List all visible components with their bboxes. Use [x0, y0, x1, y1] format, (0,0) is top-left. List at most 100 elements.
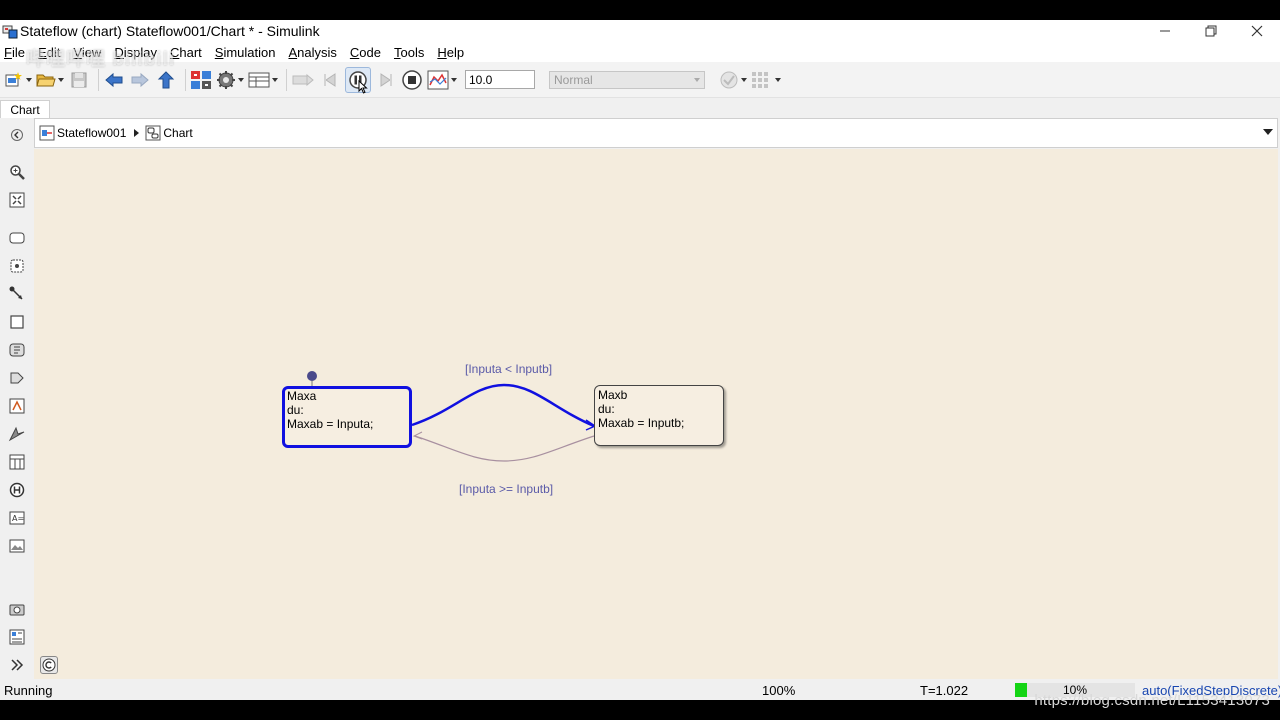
step-back-button[interactable]	[319, 67, 341, 93]
zoom-button[interactable]	[8, 163, 26, 181]
letterbox-top	[0, 0, 1280, 20]
step-back-icon	[324, 72, 336, 87]
simulink-state-tool-button[interactable]	[8, 425, 26, 443]
menu-analysis[interactable]: Analysis	[288, 45, 341, 60]
default-transition-tool-button[interactable]	[8, 285, 26, 303]
transition-label-maxa-to-maxb[interactable]: [Inputa < Inputb]	[465, 362, 552, 376]
simulink-function-tool-button[interactable]	[8, 341, 26, 359]
open-icon	[36, 74, 56, 86]
state-maxa-action-type: du:	[287, 403, 304, 417]
matlab-function-icon	[9, 398, 25, 414]
minimize-button[interactable]	[1142, 20, 1188, 42]
chart-canvas[interactable]: [Inputa < Inputb] [Inputa >= Inputb] Max…	[34, 149, 1278, 679]
scope-icon	[427, 70, 449, 89]
transition-label-maxb-to-maxa[interactable]: [Inputa >= Inputb]	[459, 482, 553, 496]
graphical-function-tool-button[interactable]	[8, 369, 26, 387]
breadcrumb-model-label: Stateflow001	[57, 126, 127, 140]
stateflow-chart-icon	[145, 125, 161, 141]
state-maxa[interactable]: Maxa du: Maxab = Inputa;	[282, 386, 412, 448]
explorer-bar-icon	[11, 129, 23, 141]
state-maxb-action-type: du:	[598, 402, 615, 416]
truth-table-tool-button[interactable]	[8, 453, 26, 471]
menu-bar: File Edit View Display Chart Simulation …	[0, 42, 1280, 62]
property-inspector-button[interactable]	[8, 628, 26, 646]
breadcrumb-dropdown-icon[interactable]	[1263, 129, 1273, 135]
svg-text:A=: A=	[12, 514, 24, 523]
scope-button[interactable]	[427, 67, 457, 93]
log-signals-icon	[292, 73, 314, 86]
history-junction-icon	[9, 482, 25, 498]
toolbar: Normal	[0, 62, 1280, 98]
zoom-level[interactable]: 100%	[762, 683, 795, 698]
tab-strip: Chart	[0, 98, 1280, 118]
simulink-based-state-icon	[8, 426, 25, 442]
close-button[interactable]	[1234, 20, 1280, 42]
breadcrumb-model[interactable]: Stateflow001	[39, 125, 126, 141]
image-tool-button[interactable]	[8, 537, 26, 555]
fit-to-view-icon	[9, 192, 25, 208]
model-browser-button[interactable]	[8, 600, 26, 618]
breadcrumb: Stateflow001 Chart	[34, 118, 1278, 148]
matlab-function-tool-button[interactable]	[8, 397, 26, 415]
expand-palette-button[interactable]	[8, 656, 26, 674]
image-icon	[9, 539, 25, 553]
history-junction-tool-button[interactable]	[8, 257, 26, 275]
model-config-button[interactable]	[216, 67, 244, 93]
square-icon	[10, 315, 24, 329]
breadcrumb-chart[interactable]: Chart	[145, 125, 193, 141]
state-maxa-action: Maxab = Inputa;	[287, 417, 374, 431]
transition-maxb-to-maxa[interactable]	[414, 435, 595, 462]
step-forward-button[interactable]	[375, 67, 397, 93]
state-icon	[9, 232, 25, 244]
csdn-watermark: https://blog.csdn.net/L1153413073	[1034, 692, 1270, 709]
library-browser-button[interactable]	[190, 67, 212, 93]
copyright-icon	[42, 658, 56, 672]
double-chevron-right-icon	[11, 659, 24, 671]
model-advisor-button[interactable]	[719, 67, 747, 93]
fit-to-view-button[interactable]	[8, 191, 26, 209]
stop-button[interactable]	[401, 67, 423, 93]
menu-help[interactable]: Help	[437, 45, 469, 60]
menu-chart[interactable]: Chart	[170, 45, 207, 60]
copyright-toggle-button[interactable]	[40, 656, 58, 674]
library-browser-icon	[191, 70, 211, 89]
menu-tools[interactable]: Tools	[394, 45, 429, 60]
inspector-icon	[9, 629, 25, 645]
default-transition-dot[interactable]	[307, 371, 317, 381]
state-maxb[interactable]: Maxb du: Maxab = Inputb;	[594, 385, 724, 446]
stop-time-input[interactable]	[465, 70, 535, 89]
history-junction-button[interactable]	[8, 481, 26, 499]
menu-simulation[interactable]: Simulation	[215, 45, 281, 60]
model-explorer-icon	[248, 72, 270, 87]
window-title: Stateflow (chart) Stateflow001/Chart * -…	[20, 23, 320, 39]
state-maxb-action: Maxab = Inputb;	[598, 416, 685, 430]
truth-table-icon	[9, 454, 25, 470]
record-button[interactable]	[291, 67, 315, 93]
hide-show-explorer-button[interactable]	[8, 126, 26, 144]
function-icon	[9, 343, 25, 357]
build-button[interactable]	[751, 67, 781, 93]
stateflow-app-icon	[2, 23, 18, 39]
tab-chart[interactable]: Chart	[0, 100, 50, 118]
box-tool-button[interactable]	[8, 313, 26, 331]
state-maxb-name: Maxb	[598, 388, 628, 402]
step-forward-icon	[380, 72, 392, 87]
transition-maxa-to-maxb[interactable]	[411, 383, 595, 428]
title-bar: Stateflow (chart) Stateflow001/Chart * -…	[0, 20, 1280, 42]
forward-icon	[131, 72, 149, 87]
simulation-status: Running	[4, 683, 53, 698]
simulation-mode-value: Normal	[554, 72, 593, 87]
annotation-tool-button[interactable]: A=	[8, 509, 26, 527]
model-explorer-button[interactable]	[248, 67, 278, 93]
menu-code[interactable]: Code	[350, 45, 386, 60]
simulation-mode-select[interactable]: Normal	[549, 70, 705, 89]
state-tool-button[interactable]	[8, 229, 26, 247]
save-icon	[71, 72, 87, 87]
simulink-window: Stateflow (chart) Stateflow001/Chart * -…	[0, 20, 1280, 700]
simulation-time: T=1.022	[920, 683, 969, 698]
pause-button[interactable]	[345, 66, 371, 94]
bilibili-watermark: 哔哩哔哩 bilibili	[26, 49, 176, 70]
restore-button[interactable]	[1188, 20, 1234, 42]
model-config-icon	[217, 70, 235, 89]
breadcrumb-chart-label: Chart	[163, 126, 193, 140]
